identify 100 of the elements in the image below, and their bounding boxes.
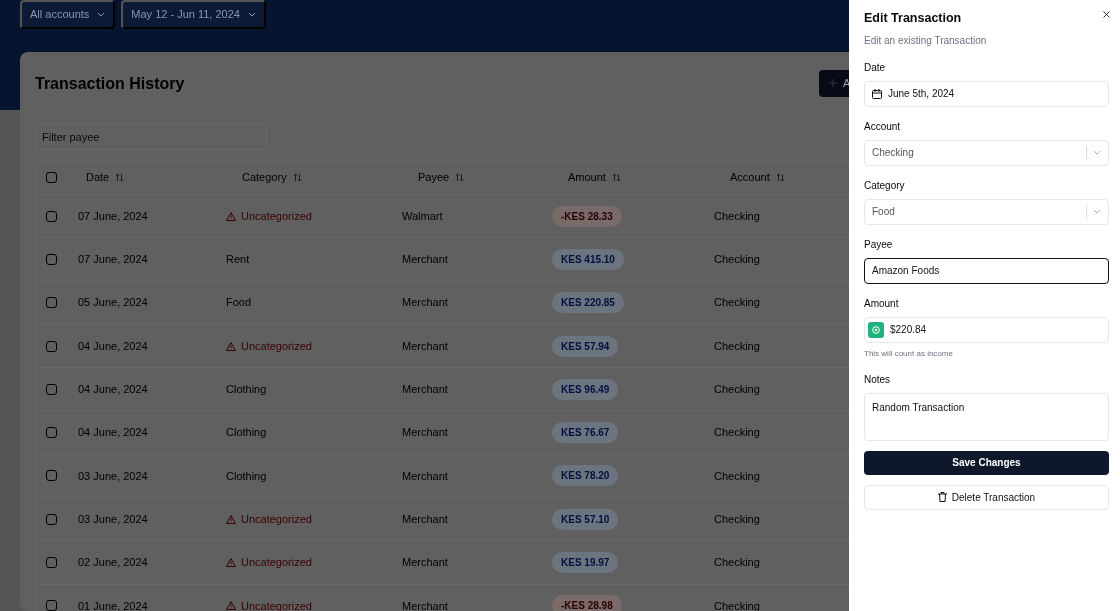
amount-badge: KES 415.10 — [552, 248, 624, 270]
input-field[interactable]: Amazon Foods — [864, 257, 1109, 284]
filter-field[interactable]: Filter payee — [35, 124, 267, 150]
table-cell-text: Checking — [714, 468, 761, 484]
category-warning: Uncategorized — [226, 207, 402, 225]
table-cell-text: 04 June, 2024 — [78, 425, 149, 441]
warning-icon — [226, 211, 236, 221]
sort-icon — [292, 173, 302, 182]
warning-icon — [226, 558, 236, 567]
row-checkbox[interactable] — [46, 600, 57, 611]
save-button[interactable]: Save Changes — [864, 450, 1109, 475]
table-cell: Clothing — [226, 383, 267, 396]
table-cell-text: Merchant — [402, 382, 449, 398]
field-hint: This will count as income — [864, 347, 954, 360]
table-cell-text: 04 June, 2024 — [78, 382, 149, 398]
table-cell-text: 02 June, 2024 — [78, 555, 149, 571]
table-cell-text: Checking — [714, 252, 761, 268]
table-cell-text: Checking — [714, 598, 761, 611]
row-checkbox[interactable] — [46, 427, 57, 439]
table-cell-text: Merchant — [402, 511, 449, 527]
row-checkbox[interactable] — [46, 297, 57, 309]
table-cell-text: 07 June, 2024 — [78, 252, 149, 268]
field-label: Account — [864, 119, 902, 134]
table-cell-text: Merchant — [402, 468, 449, 484]
sort-icon — [775, 173, 785, 182]
table-cell-text: Checking — [714, 295, 761, 311]
input-field[interactable]: $220.84 — [864, 316, 1109, 343]
field-label: Payee — [864, 237, 894, 252]
amount-badge: KES 78.20 — [552, 465, 619, 487]
field-label: Amount — [864, 296, 900, 311]
amount-badge: KES 96.49 — [552, 378, 619, 400]
amount-badge: KES 19.97 — [552, 552, 619, 573]
drawer-title: Edit Transaction — [864, 10, 962, 27]
table-cell-text: Checking — [714, 208, 761, 224]
amount-badge: -KES 28.33 — [552, 205, 622, 227]
table-cell-text: 01 June, 2024 — [78, 598, 149, 611]
table-cell: Food — [226, 296, 252, 309]
filter-dropdown[interactable]: May 12 - Jun 11, 2024 — [121, 0, 266, 29]
chevron-down-icon — [97, 11, 106, 17]
select-field[interactable]: Food — [864, 198, 1109, 225]
sort-icon — [455, 173, 465, 182]
income-toggle[interactable] — [868, 321, 884, 338]
row-checkbox[interactable] — [46, 340, 57, 352]
amount-badge: KES 57.10 — [552, 508, 619, 530]
table-cell-text: Checking — [714, 425, 761, 441]
table-cell-text: Merchant — [402, 295, 449, 311]
amount-badge: KES 76.67 — [552, 422, 619, 444]
close-icon — [1103, 11, 1110, 18]
row-checkbox[interactable] — [46, 470, 57, 482]
row-checkbox[interactable] — [46, 513, 57, 525]
table-cell-text: 03 June, 2024 — [78, 511, 149, 527]
table-cell-text: Merchant — [402, 555, 449, 571]
table-cell-text: 03 June, 2024 — [78, 468, 149, 484]
amount-badge: KES 57.94 — [552, 335, 619, 357]
category-warning: Uncategorized — [226, 597, 402, 611]
drawer-subtitle: Edit an existing Transaction — [864, 33, 988, 48]
table-cell-text: 07 June, 2024 — [78, 208, 149, 224]
row-checkbox[interactable] — [46, 253, 57, 265]
delete-button[interactable]: Delete Transaction — [864, 484, 1109, 510]
table-cell-text: Checking — [714, 338, 761, 354]
card-title: Transaction History — [35, 74, 185, 94]
table-cell-text: Merchant — [402, 425, 449, 441]
select-all-checkbox[interactable] — [46, 172, 57, 183]
chevron-down-icon — [1093, 150, 1101, 156]
warning-icon — [226, 514, 236, 524]
table-cell: Clothing — [226, 426, 267, 439]
plus-icon — [829, 79, 837, 88]
table-cell-text: 05 June, 2024 — [78, 295, 149, 311]
row-checkbox[interactable] — [46, 557, 57, 568]
select-field[interactable]: Checking — [864, 139, 1109, 166]
chevron-down-icon — [247, 11, 256, 17]
warning-icon — [226, 341, 236, 351]
table-cell: Clothing — [226, 469, 267, 482]
category-warning: Uncategorized — [226, 510, 402, 528]
table-cell-text: Merchant — [402, 252, 449, 268]
field-label: Notes — [864, 372, 892, 387]
table-cell-text: Checking — [714, 382, 761, 398]
row-checkbox[interactable] — [46, 383, 57, 395]
table-cell-text: Checking — [714, 555, 761, 571]
category-warning: Uncategorized — [226, 554, 402, 571]
filter-dropdown[interactable]: All accounts — [20, 0, 116, 29]
table-cell-text: Merchant — [402, 338, 449, 354]
sort-icon — [611, 173, 621, 182]
target-icon — [872, 325, 880, 334]
table-cell-text: 04 June, 2024 — [78, 338, 149, 354]
table-cell-text: Walmart — [402, 208, 444, 224]
table-cell-text: Checking — [714, 511, 761, 527]
field-label: Date — [864, 60, 887, 75]
table-cell-text: Merchant — [402, 598, 449, 611]
amount-badge: KES 220.85 — [552, 292, 624, 314]
category-warning: Uncategorized — [226, 337, 402, 355]
date-picker[interactable]: June 5th, 2024 — [864, 80, 1109, 107]
table-cell: Rent — [226, 253, 250, 266]
calendar-icon — [872, 88, 882, 99]
sort-icon — [115, 173, 125, 182]
chevron-down-icon — [1093, 209, 1101, 215]
row-checkbox[interactable] — [46, 210, 57, 222]
warning-icon — [226, 601, 236, 611]
notes-textarea[interactable]: Random Transaction — [864, 392, 1109, 441]
amount-badge: -KES 28.98 — [552, 595, 622, 611]
